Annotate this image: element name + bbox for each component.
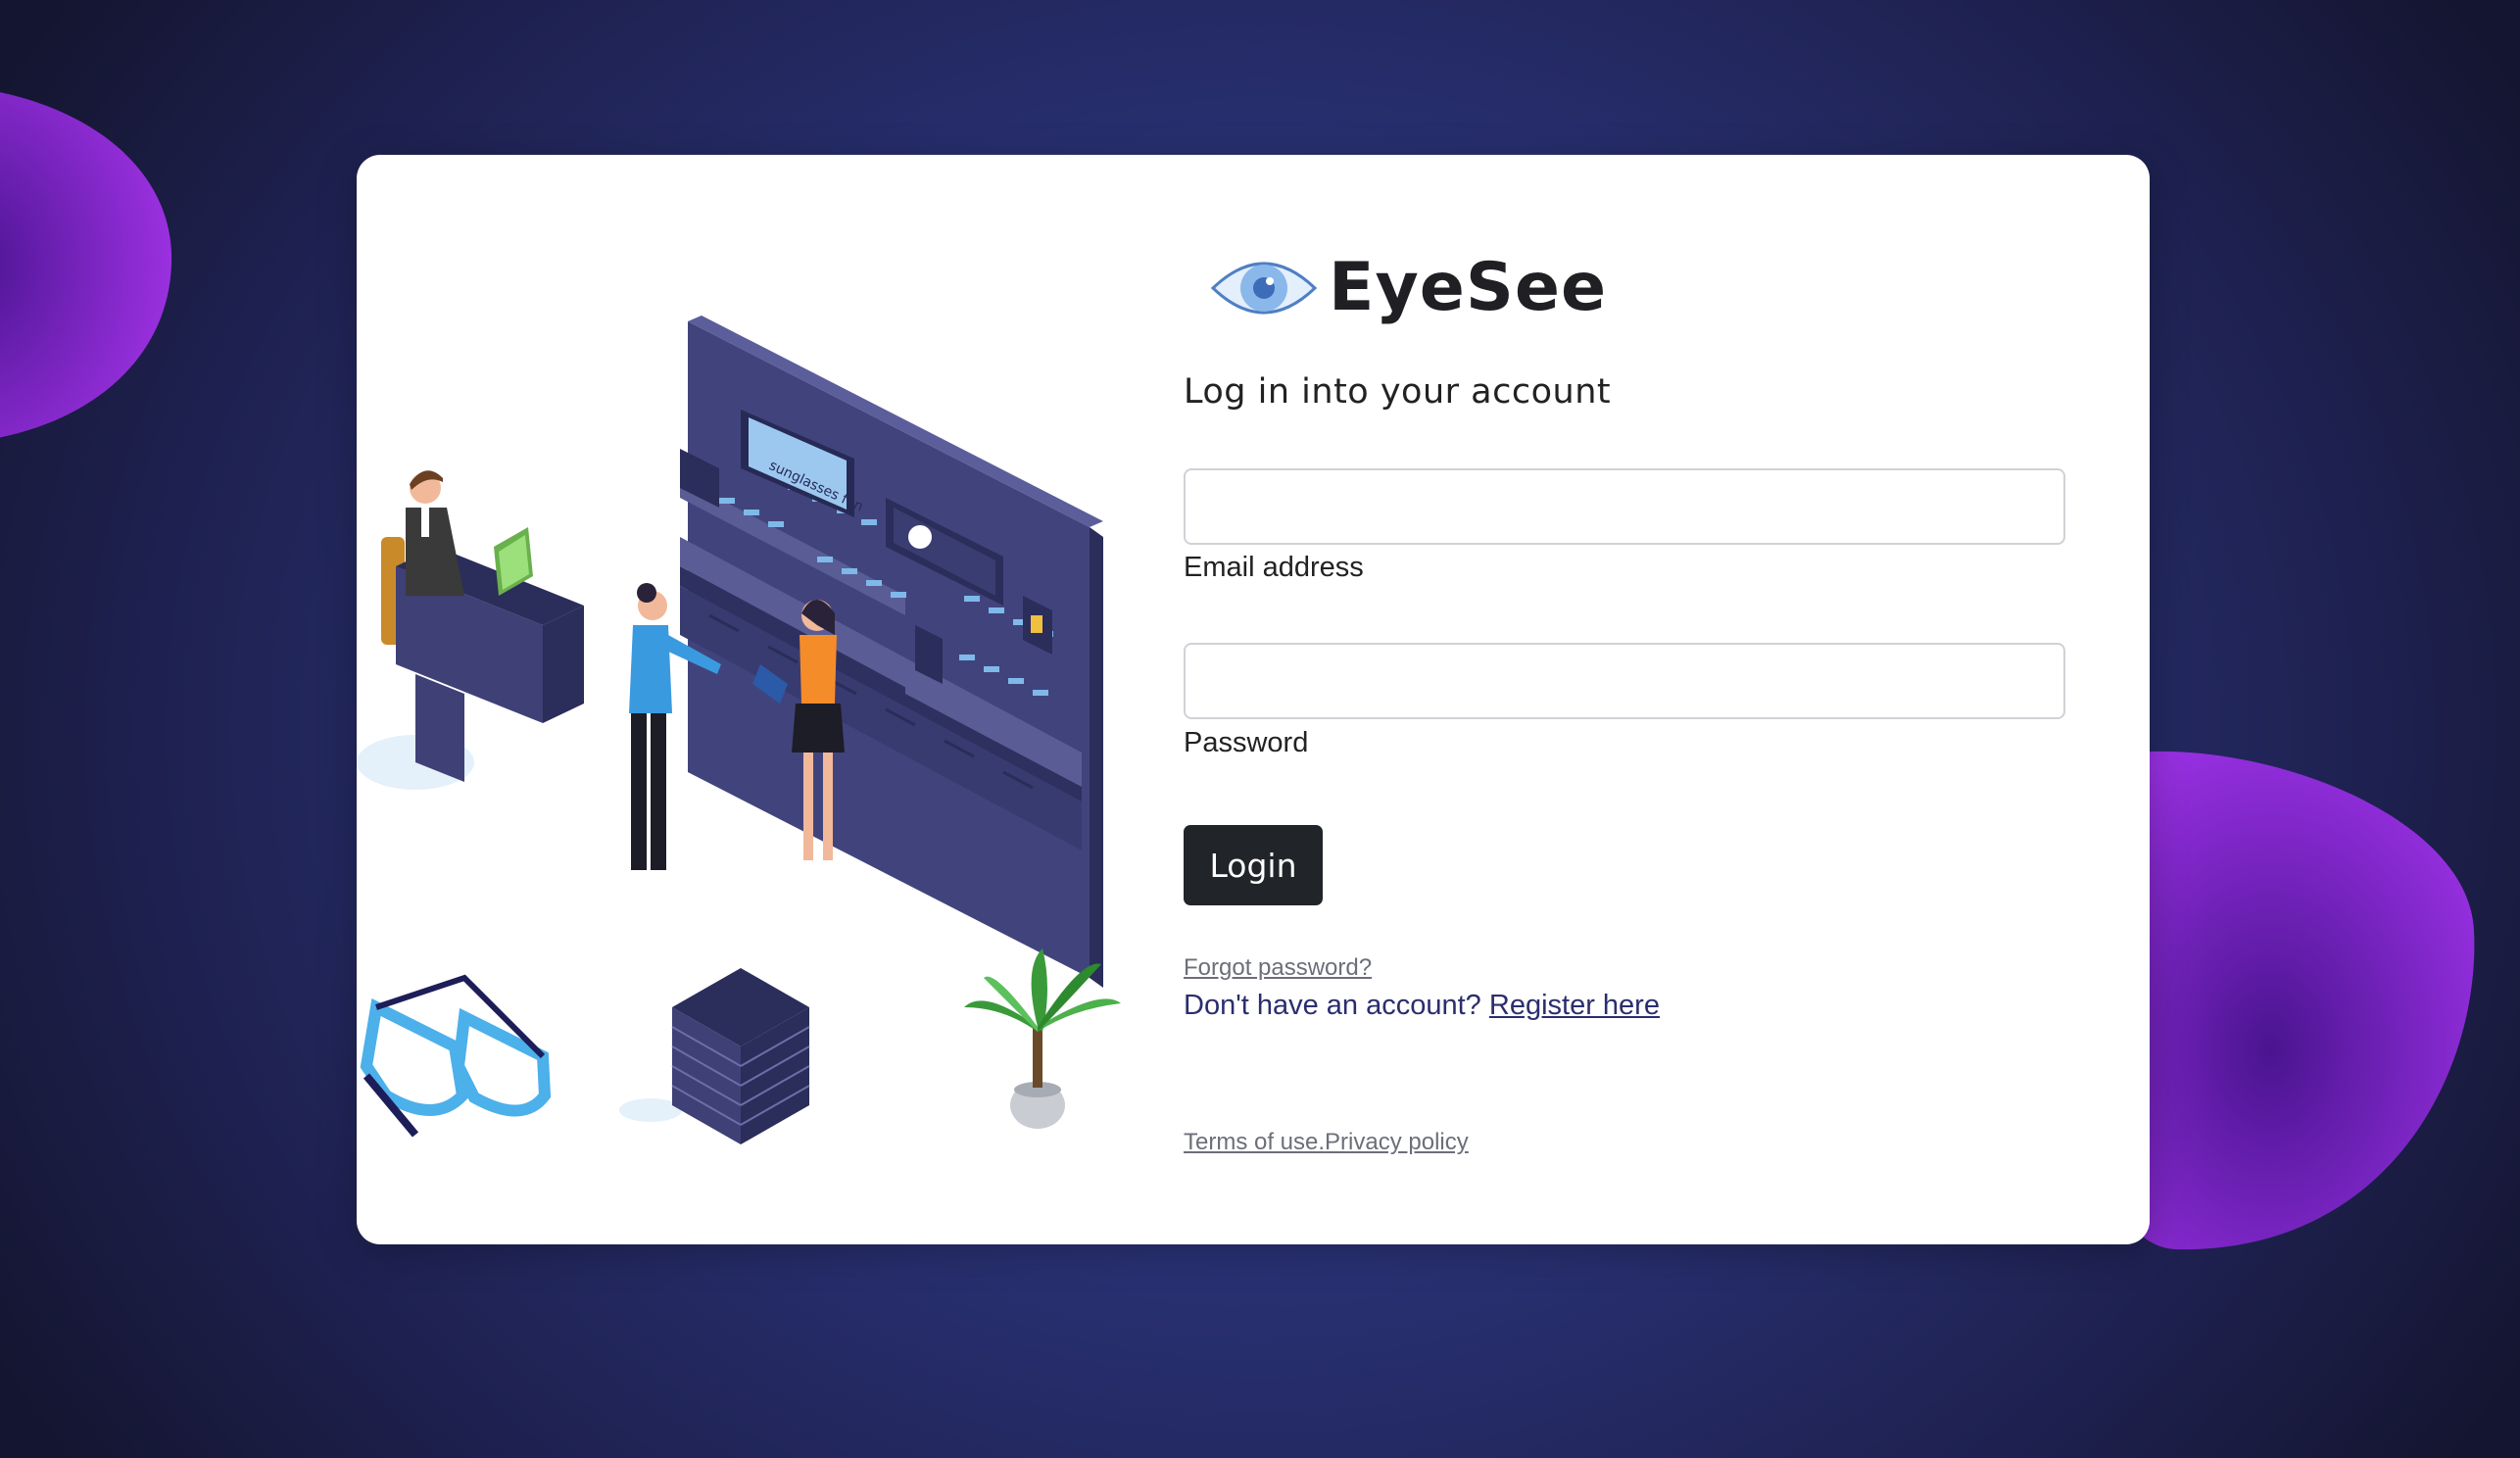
- register-prompt: Don't have an account? Register here: [1184, 990, 1660, 1022]
- brand-name: EyeSee: [1329, 249, 1608, 326]
- email-label: Email address: [1184, 552, 1364, 583]
- forgot-password-link[interactable]: Forgot password?: [1184, 954, 1372, 982]
- desk-clerk: [357, 470, 584, 790]
- register-link[interactable]: Register here: [1489, 990, 1660, 1021]
- login-button[interactable]: Login: [1184, 825, 1323, 905]
- email-field[interactable]: [1184, 468, 2065, 545]
- terms-link[interactable]: Terms of use.: [1184, 1129, 1325, 1155]
- eye-icon: [1210, 262, 1318, 314]
- large-eyeglasses: [360, 974, 552, 1138]
- privacy-link[interactable]: Privacy policy: [1325, 1129, 1469, 1155]
- box-stack: [671, 968, 810, 1144]
- password-field[interactable]: [1184, 643, 2065, 719]
- register-prompt-text: Don't have an account?: [1184, 990, 1481, 1021]
- login-card: sunglasses fun EyeSee Log in into your a…: [357, 155, 2150, 1244]
- legal-links: Terms of use.Privacy policy: [1184, 1129, 1469, 1156]
- page-title: Log in into your account: [1184, 372, 1612, 412]
- login-form: EyeSee Log in into your account Email ad…: [1184, 155, 2085, 1244]
- password-label: Password: [1184, 727, 1309, 758]
- optical-store-illustration: sunglasses fun: [357, 316, 1121, 1144]
- brand: EyeSee: [1209, 249, 1607, 326]
- decorative-blob-left: [0, 92, 172, 438]
- display-wall: sunglasses fun: [680, 316, 1103, 988]
- decorative-blob-right: [2103, 751, 2475, 1250]
